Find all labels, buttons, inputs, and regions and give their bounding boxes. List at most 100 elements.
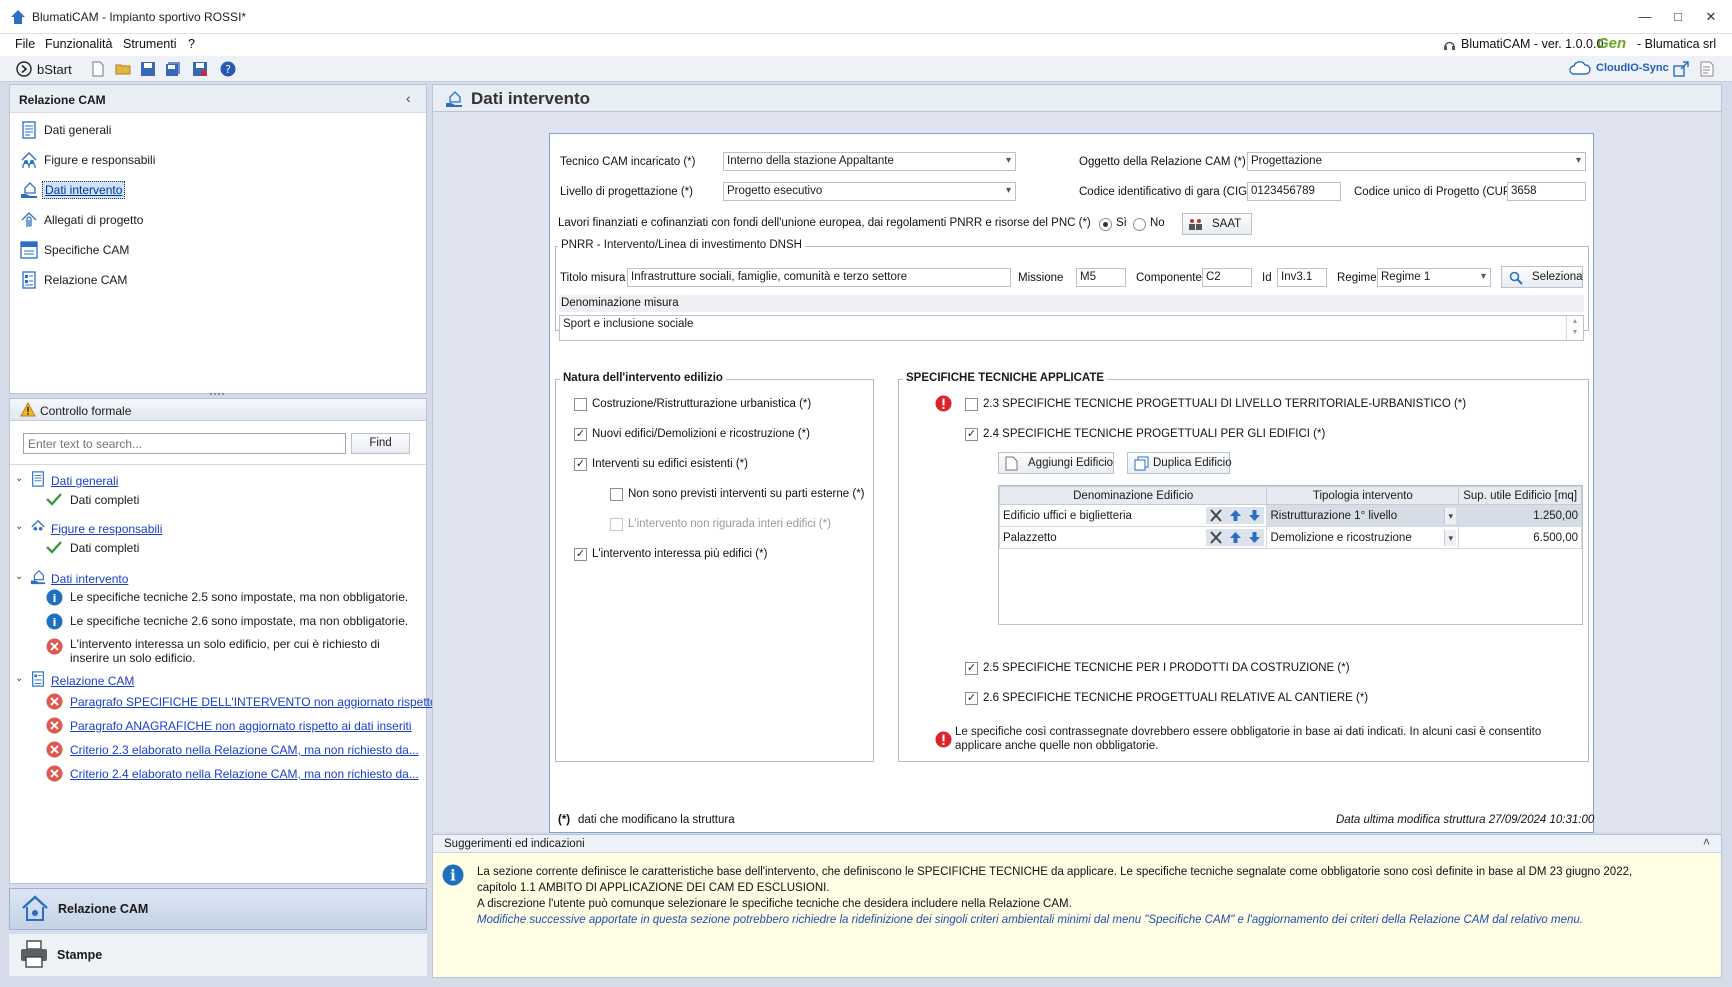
saat-label: SAAT	[1212, 218, 1242, 230]
spec-check-3[interactable]: ✓	[965, 692, 978, 705]
livello-combo[interactable]: Progetto esecutivo	[723, 182, 1016, 201]
move-up-icon[interactable]	[1229, 531, 1242, 544]
tree-group-dati-intervento[interactable]: Dati intervento	[51, 572, 128, 586]
spec-check-1[interactable]: ✓	[965, 428, 978, 441]
open-folder-icon[interactable]	[115, 61, 131, 77]
duplica-edificio-button[interactable]: Duplica Edificio	[1127, 452, 1232, 474]
aggiungi-edificio-button[interactable]: Aggiungi Edificio	[998, 452, 1114, 474]
natura-check-2[interactable]: ✓	[574, 458, 587, 471]
table-row[interactable]: Palazzetto Demolizione e ricostruzione ▾…	[998, 526, 1582, 549]
textarea-scrollbar[interactable]: ▲ ▼	[1566, 316, 1583, 340]
splitter-handle[interactable]	[210, 393, 224, 396]
notes-icon[interactable]	[1699, 61, 1715, 77]
warning-icon	[20, 402, 36, 417]
si-radio[interactable]	[1099, 218, 1112, 231]
componente-input[interactable]: C2	[1202, 268, 1252, 287]
bstart-button[interactable]: bStart	[16, 59, 78, 79]
cell-superficie[interactable]: 6.500,00	[1458, 526, 1582, 549]
cloud-sync-label[interactable]: CloudIO-Sync	[1596, 62, 1669, 74]
menu-file[interactable]: File	[15, 37, 35, 51]
tree-group-dati-generali[interactable]: Dati generali	[51, 474, 118, 488]
search-input[interactable]	[23, 433, 346, 454]
tree-item-link[interactable]: Criterio 2.4 elaborato nella Relazione C…	[70, 767, 419, 781]
delete-icon[interactable]	[1209, 509, 1223, 522]
minimize-button[interactable]: —	[1630, 6, 1660, 28]
col-header-denominazione[interactable]: Denominazione Edificio	[998, 486, 1268, 505]
save-all-icon[interactable]	[165, 61, 181, 77]
menu-strumenti[interactable]: Strumenti	[123, 37, 177, 51]
cup-input[interactable]: 3658	[1507, 182, 1586, 201]
cell-tipologia[interactable]: Ristrutturazione 1° livello ▾	[1266, 504, 1460, 527]
controllo-formale-pane: Controllo formale Find ⌄ Dati generali D…	[9, 398, 476, 884]
delete-icon[interactable]	[1209, 531, 1223, 544]
natura-check-0[interactable]	[574, 398, 587, 411]
nav-item-dati-intervento[interactable]: Dati intervento	[14, 177, 414, 203]
tree-item-link[interactable]: Paragrafo SPECIFICHE DELL'INTERVENTO non…	[70, 695, 476, 709]
collapse-chevron-icon[interactable]: ˄	[1703, 835, 1710, 849]
no-radio[interactable]	[1133, 218, 1146, 231]
expand-chevron-icon[interactable]: ⌄	[15, 571, 23, 582]
save-as-icon[interactable]	[192, 61, 208, 77]
bstart-label: bStart	[37, 62, 72, 77]
nav-item-dati-generali[interactable]: Dati generali	[14, 117, 414, 143]
natura-check-4[interactable]	[610, 518, 623, 531]
nav-item-allegati[interactable]: Allegati di progetto	[14, 207, 414, 233]
chevron-down-icon[interactable]: ▾	[1444, 508, 1457, 524]
info-icon: i	[442, 864, 464, 886]
tree-item-link[interactable]: Paragrafo ANAGRAFICHE non aggiornato ris…	[70, 719, 412, 733]
natura-check-3[interactable]	[610, 488, 623, 501]
cell-nome[interactable]: Edificio uffici e biglietteria	[998, 504, 1268, 527]
natura-check-5[interactable]: ✓	[574, 548, 587, 561]
id-input[interactable]: Inv3.1	[1277, 268, 1327, 287]
bottom-nav-relazione-cam[interactable]: Relazione CAM	[9, 888, 427, 930]
error-icon	[46, 638, 63, 655]
denominazione-textarea[interactable]: Sport e inclusione sociale	[559, 315, 1584, 341]
move-up-icon[interactable]	[1229, 509, 1242, 522]
menu-funzionalita[interactable]: Funzionalità	[45, 37, 112, 51]
expand-chevron-icon[interactable]: ⌄	[15, 673, 23, 684]
collapse-chevron-icon[interactable]: ‹	[406, 90, 411, 106]
col-header-superficie[interactable]: Sup. utile Edificio [mq]	[1458, 486, 1582, 505]
find-button[interactable]: Find	[351, 433, 410, 454]
expand-chevron-icon[interactable]: ⌄	[15, 473, 23, 484]
regime-combo[interactable]: Regime 1	[1377, 268, 1491, 287]
close-button[interactable]: ✕	[1696, 6, 1726, 28]
spec-check-0[interactable]	[965, 398, 978, 411]
tree-item-link[interactable]: Criterio 2.3 elaborato nella Relazione C…	[70, 743, 419, 757]
nav-item-figure-responsabili[interactable]: Figure e responsabili	[14, 147, 414, 173]
cell-superficie[interactable]: 1.250,00	[1458, 504, 1582, 527]
help-icon[interactable]: ?	[220, 61, 236, 77]
tecnico-combo[interactable]: Interno della stazione Appaltante	[723, 152, 1016, 171]
natura-check-1[interactable]: ✓	[574, 428, 587, 441]
missione-input[interactable]: M5	[1076, 268, 1126, 287]
col-header-tipologia[interactable]: Tipologia intervento	[1266, 486, 1460, 505]
tree-group-relazione-cam[interactable]: Relazione CAM	[51, 674, 134, 688]
chevron-down-icon[interactable]: ▾	[1444, 530, 1457, 546]
move-down-icon[interactable]	[1248, 509, 1261, 522]
specifiche-group-title: SPECIFICHE TECNICHE APPLICATE	[903, 372, 1108, 384]
cloud-sync-icon[interactable]	[1569, 60, 1591, 76]
cell-tipologia[interactable]: Demolizione e ricostruzione ▾	[1266, 526, 1460, 549]
nav-item-specifiche-cam[interactable]: Specifiche CAM	[14, 237, 414, 263]
move-down-icon[interactable]	[1248, 531, 1261, 544]
seleziona-button[interactable]: Seleziona	[1501, 266, 1583, 288]
tree-group-figure[interactable]: Figure e responsabili	[51, 522, 162, 536]
bottom-nav-stampe[interactable]: Stampe	[9, 934, 427, 976]
new-document-icon[interactable]	[90, 61, 106, 77]
cell-nome[interactable]: Palazzetto	[998, 526, 1268, 549]
table-row[interactable]: Edificio uffici e biglietteria Ristruttu…	[998, 504, 1582, 527]
save-icon[interactable]	[140, 61, 156, 77]
main-scrollbar[interactable]	[1707, 120, 1719, 830]
titolo-input[interactable]: Infrastrutture sociali, famiglie, comuni…	[627, 268, 1011, 287]
nav-header-title: Relazione CAM	[19, 93, 106, 107]
saat-button[interactable]: SAAT	[1182, 213, 1252, 235]
expand-chevron-icon[interactable]: ⌄	[15, 521, 23, 532]
seleziona-label: Seleziona	[1532, 271, 1583, 283]
cig-input[interactable]: 0123456789	[1247, 182, 1341, 201]
menu-help[interactable]: ?	[188, 37, 195, 51]
oggetto-combo[interactable]: Progettazione	[1247, 152, 1586, 171]
nav-item-relazione-cam[interactable]: Relazione CAM	[14, 267, 414, 293]
maximize-button[interactable]: □	[1663, 6, 1693, 28]
spec-check-2[interactable]: ✓	[965, 662, 978, 675]
transfer-icon[interactable]	[1673, 61, 1689, 77]
